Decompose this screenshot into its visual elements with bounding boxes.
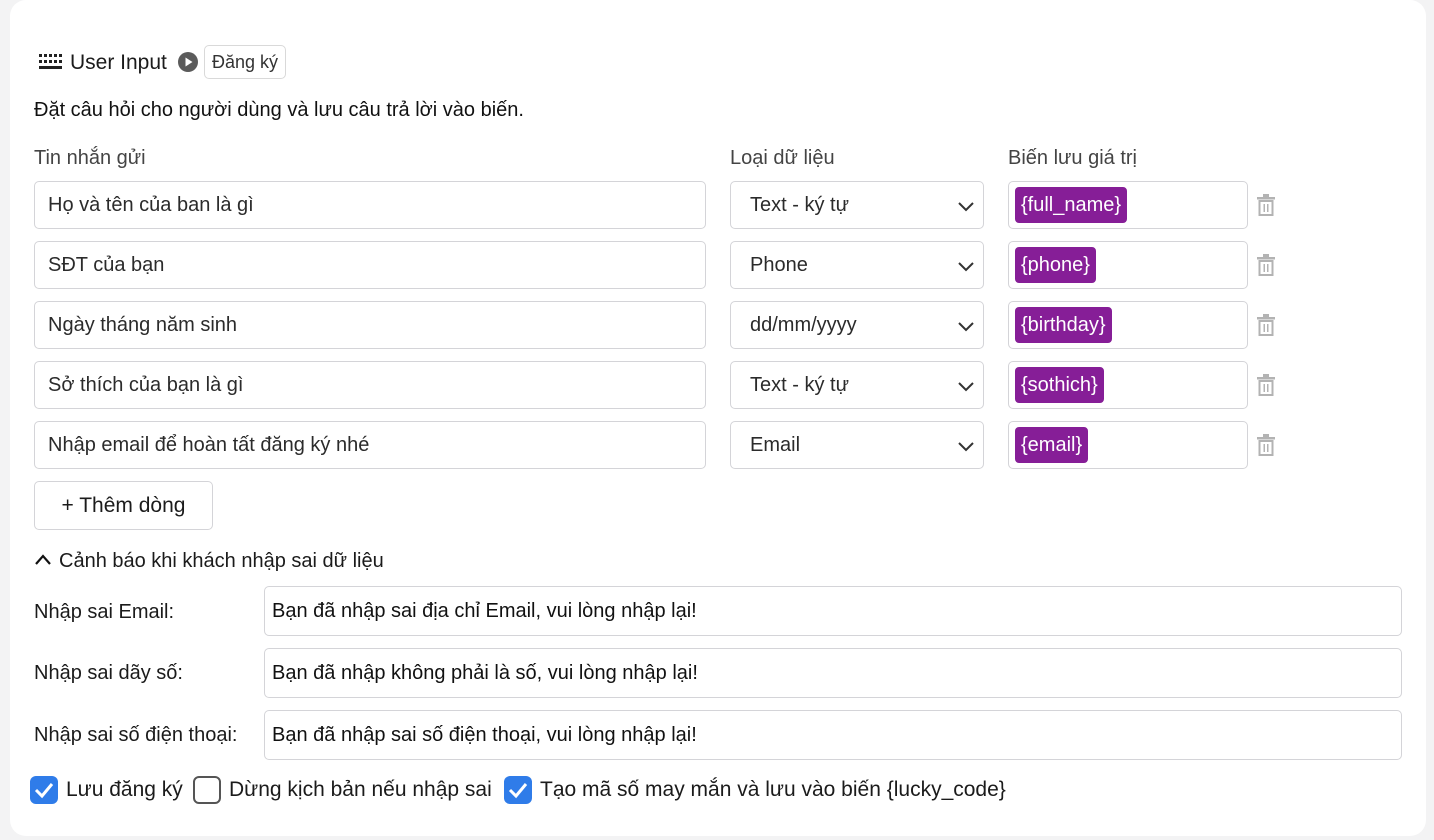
save-registration-label[interactable]: Lưu đăng ký (66, 777, 183, 803)
block-tag[interactable]: Đăng ký (204, 45, 287, 79)
block-title: User Input (70, 51, 167, 74)
data-type-select[interactable]: Phone (730, 241, 984, 289)
data-type-value: dd/mm/yyyy (750, 314, 857, 336)
trash-icon[interactable] (1256, 433, 1276, 457)
variable-chip: {sothich} (1015, 367, 1104, 403)
column-header-type: Loại dữ liệu (730, 147, 835, 169)
trash-icon[interactable] (1256, 373, 1276, 397)
error-label-number: Nhập sai dãy số: (34, 662, 183, 684)
checkmark-icon (34, 783, 54, 799)
block-description: Đặt câu hỏi cho người dùng và lưu câu tr… (34, 99, 524, 121)
data-type-select[interactable]: dd/mm/yyyy (730, 301, 984, 349)
lucky-code-label[interactable]: Tạo mã số may mắn và lưu vào biến {lucky… (540, 777, 1006, 803)
error-message-email-input[interactable]: Bạn đã nhập sai địa chỉ Email, vui lòng … (264, 586, 1402, 636)
trash-icon[interactable] (1256, 253, 1276, 277)
data-type-select[interactable]: Text - ký tự (730, 181, 984, 229)
chevron-down-icon (958, 382, 974, 392)
variable-chip: {email} (1015, 427, 1089, 463)
variable-field[interactable]: {email} (1008, 421, 1248, 469)
column-header-message: Tin nhắn gửi (34, 147, 146, 169)
user-input-block: User Input Đăng ký Đặt câu hỏi cho người… (10, 0, 1426, 836)
data-type-value: Text - ký tự (750, 194, 849, 216)
checkmark-icon (508, 783, 528, 799)
message-input[interactable]: Sở thích của bạn là gì (34, 361, 706, 409)
data-type-value: Text - ký tự (750, 374, 849, 396)
error-message-phone-input[interactable]: Bạn đã nhập sai số điện thoại, vui lòng … (264, 710, 1402, 760)
play-icon[interactable] (177, 51, 199, 73)
variable-field[interactable]: {sothich} (1008, 361, 1248, 409)
data-type-value: Email (750, 434, 801, 456)
variable-field[interactable]: {birthday} (1008, 301, 1248, 349)
message-input[interactable]: SĐT của bạn (34, 241, 706, 289)
chevron-down-icon (958, 262, 974, 272)
warnings-toggle[interactable]: Cảnh báo khi khách nhập sai dữ liệu (59, 548, 384, 574)
variable-field[interactable]: {phone} (1008, 241, 1248, 289)
message-input[interactable]: Họ và tên của ban là gì (34, 181, 706, 229)
chevron-down-icon (958, 322, 974, 332)
message-input[interactable]: Ngày tháng năm sinh (34, 301, 706, 349)
trash-icon[interactable] (1256, 193, 1276, 217)
lucky-code-checkbox[interactable] (504, 776, 532, 804)
add-row-button[interactable]: + Thêm dòng (34, 481, 213, 530)
message-input[interactable]: Nhập email để hoàn tất đăng ký nhé (34, 421, 706, 469)
data-type-select[interactable]: Text - ký tự (730, 361, 984, 409)
stop-on-error-checkbox[interactable] (193, 776, 221, 804)
variable-chip: {birthday} (1015, 307, 1112, 343)
stop-on-error-label[interactable]: Dừng kịch bản nếu nhập sai (229, 777, 492, 803)
data-type-value: Phone (750, 254, 808, 276)
error-label-phone: Nhập sai số điện thoại: (34, 724, 238, 746)
chevron-down-icon (958, 202, 974, 212)
data-type-select[interactable]: Email (730, 421, 984, 469)
trash-icon[interactable] (1256, 313, 1276, 337)
chevron-up-icon[interactable] (34, 553, 52, 567)
save-registration-checkbox[interactable] (30, 776, 58, 804)
keyboard-icon (39, 54, 62, 69)
variable-chip: {phone} (1015, 247, 1096, 283)
column-header-variable: Biến lưu giá trị (1008, 147, 1138, 169)
error-message-number-input[interactable]: Bạn đã nhập không phải là số, vui lòng n… (264, 648, 1402, 698)
chevron-down-icon (958, 442, 974, 452)
error-label-email: Nhập sai Email: (34, 601, 175, 623)
variable-field[interactable]: {full_name} (1008, 181, 1248, 229)
variable-chip: {full_name} (1015, 187, 1128, 223)
